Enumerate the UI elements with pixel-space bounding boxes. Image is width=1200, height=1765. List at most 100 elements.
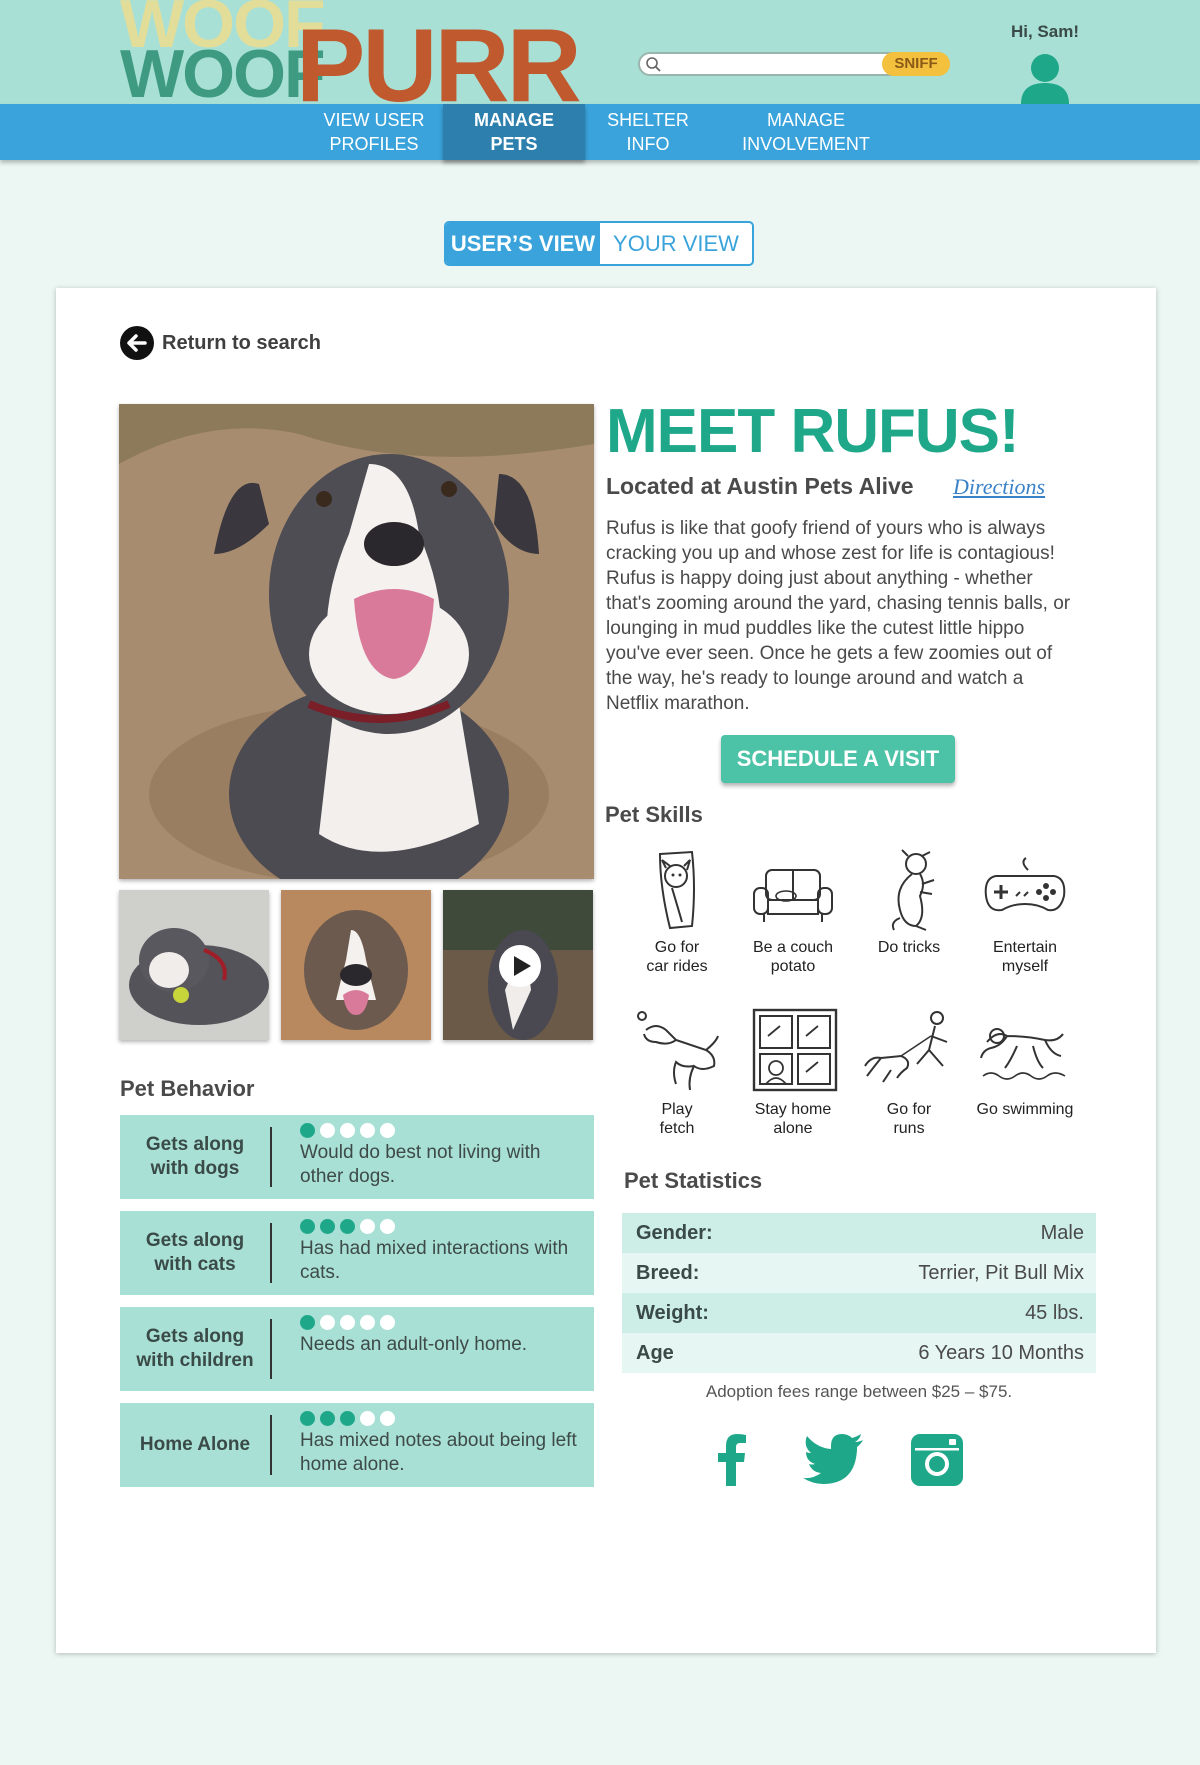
pet-location: Located at Austin Pets Alive	[606, 473, 914, 499]
pet-profile-card: Return to search Pet Behavior Gets along…	[56, 288, 1156, 1653]
return-to-search-label: Return to search	[162, 332, 321, 354]
rating-dot-empty	[380, 1219, 395, 1234]
rating-dot-filled	[300, 1123, 315, 1138]
behavior-label-line2: with children	[136, 1350, 254, 1371]
rating-dot-empty	[320, 1315, 335, 1330]
rating-dot-filled	[340, 1219, 355, 1234]
skill-home-alone: Stay home alone	[735, 1006, 851, 1138]
facebook-icon[interactable]	[716, 1434, 748, 1486]
skill-label: Stay home alone	[754, 1101, 832, 1137]
skill-entertain: Entertain myself	[967, 848, 1083, 976]
nav-label-line1: MANAGE	[766, 110, 845, 130]
skill-swimming: Go swimming	[967, 1006, 1083, 1119]
divider	[270, 1319, 272, 1379]
running-dog-icon	[864, 1011, 948, 1083]
stat-value: 45 lbs.	[1025, 1302, 1084, 1324]
rating-dot-empty	[360, 1123, 375, 1138]
pet-thumbnail-1[interactable]	[119, 890, 269, 1040]
behavior-note: Has mixed notes about being left home al…	[300, 1430, 577, 1475]
skill-label: Play fetch	[659, 1101, 695, 1137]
nav-label-line2: PETS	[490, 134, 538, 154]
stat-row-gender: Gender: Male	[622, 1213, 1096, 1253]
users-view-tab[interactable]: USER’S VIEW	[446, 223, 600, 264]
game-controller-icon	[984, 857, 1066, 912]
behavior-row-children: Gets along with children Needs an adult-o…	[120, 1307, 594, 1391]
behavior-label: Gets along with cats	[120, 1211, 270, 1295]
skill-car-rides: Go for car rides	[619, 848, 735, 976]
swimming-dog-icon	[980, 1028, 1066, 1080]
rating-dot-filled	[300, 1315, 315, 1330]
behavior-row-home-alone: Home Alone Has mixed notes about being l…	[120, 1403, 594, 1487]
pet-description: Rufus is like that goofy friend of yours…	[606, 518, 1071, 714]
rating-dot-filled	[320, 1219, 335, 1234]
stat-row-age: Age 6 Years 10 Months	[622, 1333, 1096, 1373]
stat-key: Age	[636, 1342, 674, 1364]
user-avatar-icon[interactable]	[1019, 53, 1071, 104]
behavior-label-line1: Home Alone	[139, 1434, 251, 1455]
your-view-tab[interactable]: YOUR VIEW	[600, 223, 752, 264]
rating-dot-empty	[360, 1219, 375, 1234]
sniff-button[interactable]: SNIFF	[882, 52, 950, 76]
behavior-label-line1: Gets along	[145, 1230, 245, 1251]
nav-manage-involvement[interactable]: MANAGE INVOLVEMENT	[740, 104, 872, 160]
pet-skills-heading: Pet Skills	[605, 802, 703, 827]
directions-link[interactable]: Directions	[953, 474, 1045, 500]
pet-video-thumbnail[interactable]	[443, 890, 593, 1040]
divider	[270, 1127, 272, 1187]
behavior-note: Would do best not living with other dogs…	[300, 1142, 541, 1187]
twitter-icon[interactable]	[803, 1434, 865, 1486]
skill-label: Go for runs	[886, 1101, 932, 1137]
rating-dot-filled	[340, 1411, 355, 1426]
search-input[interactable]	[664, 55, 874, 73]
instagram-icon[interactable]	[911, 1434, 963, 1486]
tricks-dog-icon	[891, 849, 935, 931]
rating-dots	[300, 1315, 400, 1331]
nav-view-user-profiles[interactable]: VIEW USER PROFILES	[318, 104, 430, 160]
rating-dot-filled	[300, 1411, 315, 1426]
rating-dot-empty	[380, 1411, 395, 1426]
nav-shelter-info[interactable]: SHELTER INFO	[600, 104, 696, 160]
search-bar: SNIFF	[638, 52, 950, 76]
main-nav: VIEW USER PROFILES MANAGE PETS SHELTER I…	[0, 104, 1200, 160]
behavior-label-line1: Gets along	[145, 1326, 245, 1347]
user-greeting: Hi, Sam!	[1010, 22, 1080, 41]
car-ride-dog-icon	[658, 850, 695, 930]
logo-purr: PURR	[296, 8, 582, 124]
pet-statistics-table: Gender: Male Breed: Terrier, Pit Bull Mix …	[622, 1213, 1096, 1373]
pet-main-photo	[119, 404, 594, 879]
pet-title: MEET RUFUS!	[606, 397, 1020, 466]
skill-fetch: Play fetch	[619, 1006, 735, 1138]
logo[interactable]: WOOF WOOF PURR	[120, 0, 590, 118]
schedule-visit-button[interactable]: SCHEDULE A VISIT	[721, 735, 955, 783]
behavior-label: Gets along with children	[120, 1307, 270, 1391]
stat-value: 6 Years 10 Months	[918, 1342, 1084, 1364]
rating-dot-filled	[300, 1219, 315, 1234]
behavior-label-line2: with dogs	[150, 1158, 240, 1179]
skill-label: Go swimming	[976, 1101, 1074, 1118]
stat-key: Breed:	[636, 1262, 700, 1284]
behavior-row-dogs: Gets along with dogs Would do best not li…	[120, 1115, 594, 1199]
behavior-label-line1: Gets along	[145, 1134, 245, 1155]
stat-row-breed: Breed: Terrier, Pit Bull Mix	[622, 1253, 1096, 1293]
rating-dot-empty	[340, 1123, 355, 1138]
skill-label: Be a couch potato	[752, 939, 834, 975]
couch-icon	[753, 869, 833, 922]
skill-label: Entertain myself	[992, 939, 1058, 975]
stat-value: Terrier, Pit Bull Mix	[918, 1262, 1084, 1284]
skill-tricks: Do tricks	[851, 848, 967, 957]
view-toggle: USER’S VIEW YOUR VIEW	[444, 221, 754, 266]
stat-key: Weight:	[636, 1302, 709, 1324]
window-dog-icon	[752, 1008, 838, 1092]
divider	[270, 1415, 272, 1475]
pet-thumbnail-2[interactable]	[281, 890, 431, 1040]
stat-key: Gender:	[636, 1222, 713, 1244]
nav-manage-pets[interactable]: MANAGE PETS	[443, 104, 585, 160]
nav-label-line1: VIEW USER	[323, 110, 425, 130]
nav-label-line1: MANAGE	[474, 110, 554, 130]
logo-woof-bottom: WOOF	[120, 36, 326, 112]
behavior-label-line2: with cats	[154, 1254, 236, 1275]
back-arrow-icon	[120, 326, 154, 360]
behavior-label: Gets along with dogs	[120, 1115, 270, 1199]
rating-dot-filled	[320, 1411, 335, 1426]
rating-dots	[300, 1219, 400, 1235]
